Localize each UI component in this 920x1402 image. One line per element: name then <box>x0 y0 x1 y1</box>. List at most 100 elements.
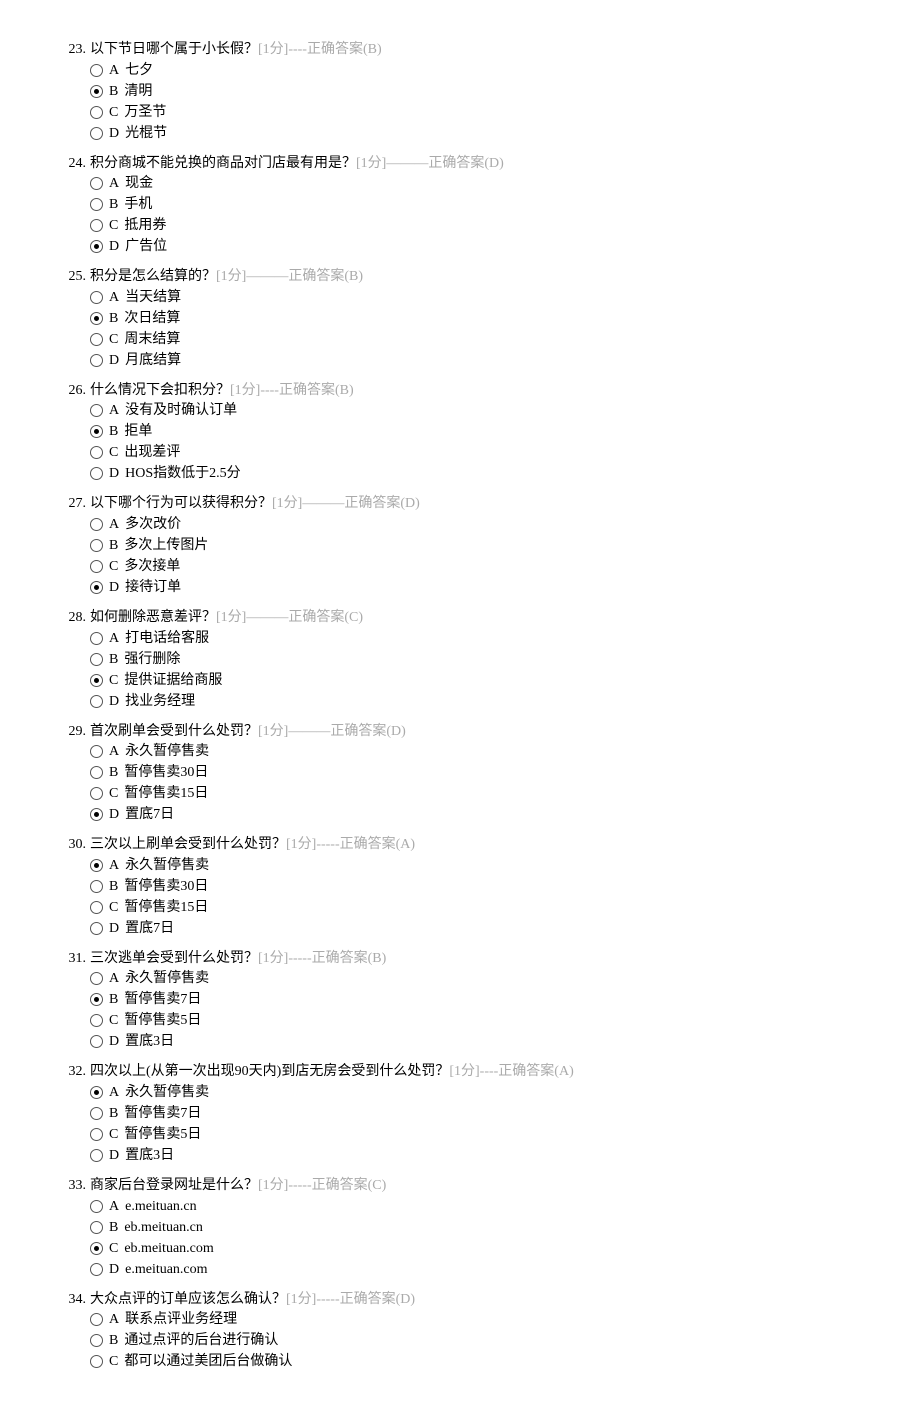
option-letter: A <box>109 514 119 535</box>
option[interactable]: A多次改价 <box>90 514 860 535</box>
option[interactable]: B暂停售卖30日 <box>90 762 860 783</box>
radio-icon[interactable] <box>90 1107 103 1120</box>
radio-icon[interactable] <box>90 1086 103 1099</box>
option[interactable]: C暂停售卖15日 <box>90 783 860 804</box>
option[interactable]: A七夕 <box>90 60 860 81</box>
option[interactable]: B暂停售卖7日 <box>90 989 860 1010</box>
radio-icon[interactable] <box>90 653 103 666</box>
option[interactable]: B暂停售卖30日 <box>90 876 860 897</box>
radio-icon[interactable] <box>90 518 103 531</box>
radio-icon[interactable] <box>90 901 103 914</box>
radio-icon[interactable] <box>90 291 103 304</box>
option[interactable]: A联系点评业务经理 <box>90 1309 860 1330</box>
radio-icon[interactable] <box>90 425 103 438</box>
radio-icon[interactable] <box>90 64 103 77</box>
option[interactable]: D光棍节 <box>90 123 860 144</box>
option[interactable]: D接待订单 <box>90 577 860 598</box>
radio-icon[interactable] <box>90 993 103 1006</box>
option[interactable]: A永久暂停售卖 <box>90 855 860 876</box>
option[interactable]: D置底3日 <box>90 1145 860 1166</box>
radio-icon[interactable] <box>90 1221 103 1234</box>
radio-icon[interactable] <box>90 695 103 708</box>
option[interactable]: C万圣节 <box>90 102 860 123</box>
radio-icon[interactable] <box>90 85 103 98</box>
option[interactable]: A当天结算 <box>90 287 860 308</box>
option[interactable]: A没有及时确认订单 <box>90 400 860 421</box>
option[interactable]: B手机 <box>90 194 860 215</box>
radio-icon[interactable] <box>90 1313 103 1326</box>
radio-icon[interactable] <box>90 922 103 935</box>
option[interactable]: C都可以通过美团后台做确认 <box>90 1351 860 1372</box>
option[interactable]: D置底7日 <box>90 918 860 939</box>
radio-icon[interactable] <box>90 312 103 325</box>
radio-icon[interactable] <box>90 581 103 594</box>
radio-icon[interactable] <box>90 240 103 253</box>
option[interactable]: B多次上传图片 <box>90 535 860 556</box>
radio-icon[interactable] <box>90 127 103 140</box>
radio-icon[interactable] <box>90 972 103 985</box>
option[interactable]: C出现差评 <box>90 442 860 463</box>
option[interactable]: B通过点评的后台进行确认 <box>90 1330 860 1351</box>
option[interactable]: C周末结算 <box>90 329 860 350</box>
radio-icon[interactable] <box>90 1035 103 1048</box>
option[interactable]: D广告位 <box>90 236 860 257</box>
option[interactable]: C暂停售卖5日 <box>90 1010 860 1031</box>
radio-icon[interactable] <box>90 560 103 573</box>
option[interactable]: C提供证据给商服 <box>90 670 860 691</box>
option[interactable]: Ae.meituan.cn <box>90 1196 860 1217</box>
radio-icon[interactable] <box>90 1149 103 1162</box>
radio-icon[interactable] <box>90 198 103 211</box>
option-letter: D <box>109 1259 119 1280</box>
option[interactable]: A打电话给客服 <box>90 628 860 649</box>
radio-icon[interactable] <box>90 467 103 480</box>
radio-icon[interactable] <box>90 766 103 779</box>
option[interactable]: Ceb.meituan.com <box>90 1238 860 1259</box>
radio-icon[interactable] <box>90 808 103 821</box>
radio-icon[interactable] <box>90 106 103 119</box>
option[interactable]: Beb.meituan.cn <box>90 1217 860 1238</box>
question-number: 28. <box>60 608 90 628</box>
option[interactable]: De.meituan.com <box>90 1259 860 1280</box>
option[interactable]: C抵用券 <box>90 215 860 236</box>
option[interactable]: A永久暂停售卖 <box>90 968 860 989</box>
radio-icon[interactable] <box>90 745 103 758</box>
radio-icon[interactable] <box>90 1128 103 1141</box>
option[interactable]: B拒单 <box>90 421 860 442</box>
option[interactable]: B次日结算 <box>90 308 860 329</box>
option[interactable]: A永久暂停售卖 <box>90 1082 860 1103</box>
option[interactable]: A现金 <box>90 173 860 194</box>
option[interactable]: B清明 <box>90 81 860 102</box>
radio-icon[interactable] <box>90 1242 103 1255</box>
option[interactable]: D月底结算 <box>90 350 860 371</box>
radio-icon[interactable] <box>90 1263 103 1276</box>
radio-icon[interactable] <box>90 446 103 459</box>
radio-icon[interactable] <box>90 880 103 893</box>
radio-icon[interactable] <box>90 1014 103 1027</box>
option[interactable]: C多次接单 <box>90 556 860 577</box>
radio-icon[interactable] <box>90 1334 103 1347</box>
radio-icon[interactable] <box>90 1355 103 1368</box>
radio-icon[interactable] <box>90 177 103 190</box>
option[interactable]: D置底3日 <box>90 1031 860 1052</box>
option[interactable]: C暂停售卖15日 <box>90 897 860 918</box>
option[interactable]: D置底7日 <box>90 804 860 825</box>
radio-icon[interactable] <box>90 632 103 645</box>
radio-icon[interactable] <box>90 219 103 232</box>
radio-icon[interactable] <box>90 404 103 417</box>
radio-icon[interactable] <box>90 787 103 800</box>
option[interactable]: DHOS指数低于2.5分 <box>90 463 860 484</box>
question-text: 积分是怎么结算的？[1分]———正确答案(B) <box>90 267 860 287</box>
radio-icon[interactable] <box>90 333 103 346</box>
radio-icon[interactable] <box>90 859 103 872</box>
option[interactable]: B强行删除 <box>90 649 860 670</box>
option[interactable]: C暂停售卖5日 <box>90 1124 860 1145</box>
option[interactable]: D找业务经理 <box>90 691 860 712</box>
radio-icon[interactable] <box>90 539 103 552</box>
radio-icon[interactable] <box>90 1200 103 1213</box>
option[interactable]: B暂停售卖7日 <box>90 1103 860 1124</box>
option-label: 联系点评业务经理 <box>125 1309 237 1330</box>
radio-icon[interactable] <box>90 674 103 687</box>
question-number: 23. <box>60 40 90 60</box>
radio-icon[interactable] <box>90 354 103 367</box>
option[interactable]: A永久暂停售卖 <box>90 741 860 762</box>
